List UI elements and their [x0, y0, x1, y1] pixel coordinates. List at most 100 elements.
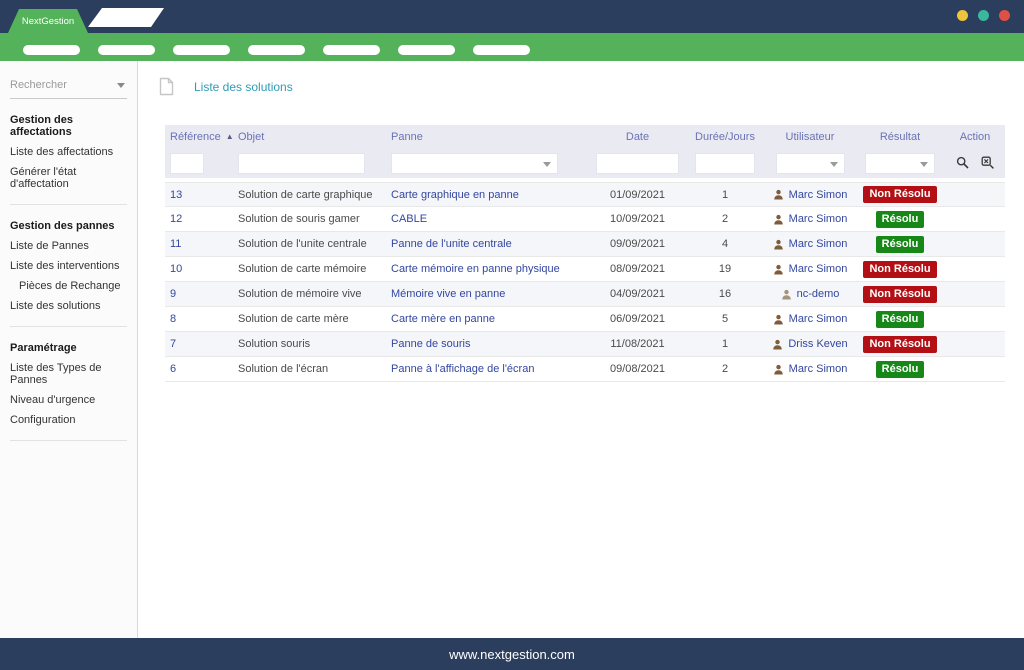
result-badge: Non Résolu [863, 186, 936, 203]
user-link[interactable]: Marc Simon [789, 363, 848, 375]
sidebar-item[interactable]: Liste des interventions [0, 256, 137, 276]
user-link[interactable]: Marc Simon [789, 313, 848, 325]
user-link[interactable]: Driss Keven [788, 338, 847, 350]
reference-link[interactable]: 13 [170, 189, 182, 201]
date-cell: 11/08/2021 [590, 338, 685, 350]
result-badge: Résolu [876, 311, 925, 328]
maximize-button[interactable] [978, 10, 989, 21]
objet-cell: Solution de mémoire vive [235, 288, 390, 300]
user-link[interactable]: Marc Simon [789, 263, 848, 275]
filter-utilisateur-select[interactable] [776, 153, 845, 174]
user-link[interactable]: Marc Simon [789, 213, 848, 225]
user-icon [773, 314, 784, 325]
app-window: NextGestion Rechercher Gestion des affec… [0, 0, 1024, 670]
column-header-reference[interactable]: Référence ▲ [165, 131, 235, 143]
objet-cell: Solution de carte mère [235, 313, 390, 325]
sidebar-item[interactable]: Générer l'état d'affectation [0, 162, 137, 194]
date-cell: 01/09/2021 [590, 189, 685, 201]
page-header: Liste des solutions [159, 77, 293, 96]
sidebar-search-combobox[interactable]: Rechercher [10, 79, 127, 99]
brand-tab[interactable]: NextGestion [8, 9, 88, 33]
duree-cell: 2 [685, 363, 765, 375]
filter-reference-input[interactable] [170, 153, 204, 174]
sidebar-item[interactable]: Configuration [0, 410, 137, 430]
reference-link[interactable]: 6 [170, 363, 176, 375]
close-button[interactable] [999, 10, 1010, 21]
duree-cell: 1 [685, 338, 765, 350]
page-title: Liste des solutions [194, 80, 293, 94]
sidebar-divider [10, 204, 127, 205]
user-link[interactable]: nc-demo [797, 288, 840, 300]
date-cell: 08/09/2021 [590, 263, 685, 275]
nav-item-placeholder[interactable] [173, 45, 230, 55]
column-header-date[interactable]: Date [590, 131, 685, 143]
reference-link[interactable]: 12 [170, 213, 182, 225]
panne-link[interactable]: Carte graphique en panne [391, 189, 519, 201]
minimize-button[interactable] [957, 10, 968, 21]
main-content: Liste des solutions Référence ▲ Objet Pa… [139, 61, 1024, 638]
column-header-resultat[interactable]: Résultat [855, 131, 945, 143]
secondary-tab[interactable] [88, 8, 164, 27]
panne-link[interactable]: Panne de l'unite centrale [391, 238, 512, 250]
duree-cell: 4 [685, 238, 765, 250]
duree-cell: 1 [685, 189, 765, 201]
user-icon [773, 189, 784, 200]
nav-item-placeholder[interactable] [23, 45, 80, 55]
objet-cell: Solution de l'unite centrale [235, 238, 390, 250]
column-header-duree[interactable]: Durée/Jours [685, 131, 765, 143]
reference-link[interactable]: 11 [170, 238, 181, 250]
panne-link[interactable]: Carte mère en panne [391, 313, 495, 325]
reference-link[interactable]: 9 [170, 288, 176, 300]
filter-resultat-select[interactable] [865, 153, 935, 174]
panne-link[interactable]: Panne à l'affichage de l'écran [391, 363, 534, 375]
user-link[interactable]: Marc Simon [789, 238, 848, 250]
filter-objet-input[interactable] [238, 153, 365, 174]
reference-link[interactable]: 8 [170, 313, 176, 325]
column-header-panne[interactable]: Panne [390, 131, 590, 143]
column-header-action: Action [945, 131, 1005, 143]
duree-cell: 16 [685, 288, 765, 300]
nav-item-placeholder[interactable] [473, 45, 530, 55]
user-icon [773, 239, 784, 250]
result-badge: Résolu [876, 211, 925, 228]
panne-link[interactable]: Mémoire vive en panne [391, 288, 505, 300]
filter-panne-select[interactable] [391, 153, 558, 174]
date-cell: 09/08/2021 [590, 363, 685, 375]
search-icon[interactable] [956, 156, 970, 170]
column-header-objet[interactable]: Objet [235, 131, 390, 143]
nav-item-placeholder[interactable] [98, 45, 155, 55]
table-row: 10 Solution de carte mémoire Carte mémoi… [165, 257, 1005, 282]
sidebar-item[interactable]: Niveau d'urgence [0, 390, 137, 410]
user-icon [773, 264, 784, 275]
sidebar-item[interactable]: Liste de Pannes [0, 236, 137, 256]
panne-link[interactable]: Panne de souris [391, 338, 471, 350]
solutions-table: Référence ▲ Objet Panne Date Durée/Jours… [165, 125, 1005, 382]
sort-asc-icon: ▲ [226, 132, 234, 141]
reference-link[interactable]: 10 [170, 263, 182, 275]
nav-item-placeholder[interactable] [323, 45, 380, 55]
panne-link[interactable]: Carte mémoire en panne physique [391, 263, 560, 275]
table-body: 13 Solution de carte graphique Carte gra… [165, 182, 1005, 382]
panne-link[interactable]: CABLE [391, 213, 427, 225]
user-icon [781, 289, 792, 300]
sidebar: Rechercher Gestion des affectationsListe… [0, 61, 138, 638]
result-badge: Non Résolu [863, 286, 936, 303]
document-icon [159, 77, 174, 96]
sidebar-item[interactable]: Liste des Types de Pannes [0, 358, 137, 390]
nav-item-placeholder[interactable] [398, 45, 455, 55]
reference-link[interactable]: 7 [170, 338, 176, 350]
nav-item-placeholder[interactable] [248, 45, 305, 55]
sidebar-item[interactable]: Pièces de Rechange [0, 276, 137, 296]
sidebar-item[interactable]: Liste des affectations [0, 142, 137, 162]
filter-date-input[interactable] [596, 153, 679, 174]
table-row: 8 Solution de carte mère Carte mère en p… [165, 307, 1005, 332]
filter-duree-input[interactable] [695, 153, 755, 174]
footer: www.nextgestion.com [0, 638, 1024, 670]
user-link[interactable]: Marc Simon [789, 189, 848, 201]
date-cell: 10/09/2021 [590, 213, 685, 225]
table-row: 11 Solution de l'unite centrale Panne de… [165, 232, 1005, 257]
objet-cell: Solution de carte graphique [235, 189, 390, 201]
clear-search-icon[interactable] [981, 156, 995, 170]
sidebar-item[interactable]: Liste des solutions [0, 296, 137, 316]
column-header-utilisateur[interactable]: Utilisateur [765, 131, 855, 143]
